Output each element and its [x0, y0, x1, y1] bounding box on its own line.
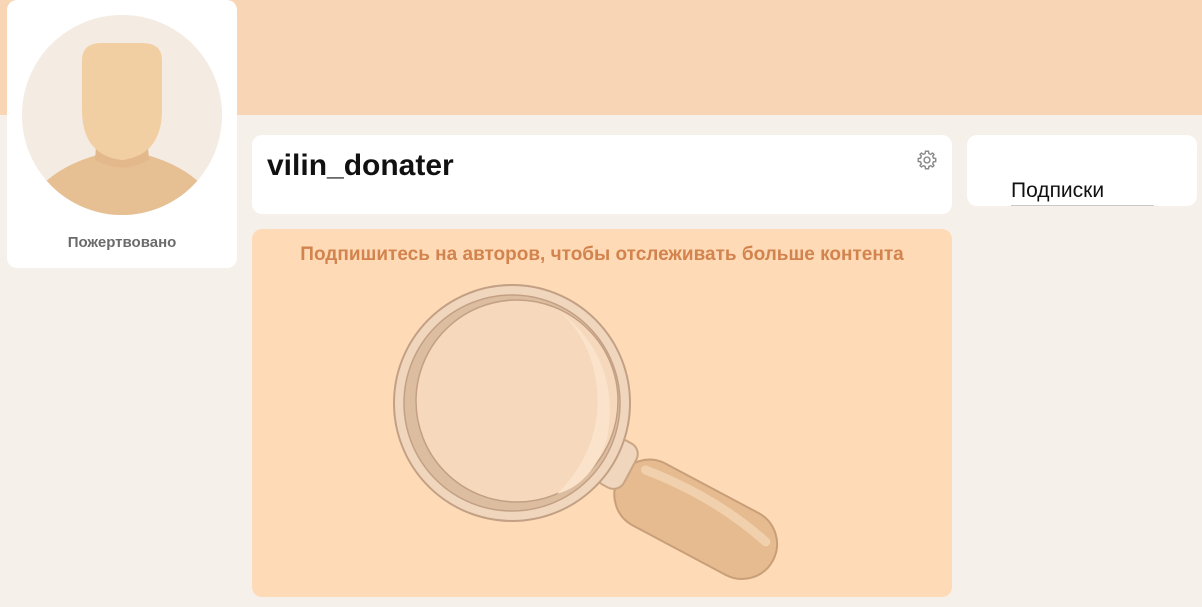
- user-header-card: vilin_donater: [252, 135, 952, 214]
- empty-feed-panel: Подпишитесь на авторов, чтобы отслеживат…: [252, 229, 952, 597]
- avatar-placeholder-icon: [22, 15, 222, 215]
- tab-subscriptions[interactable]: Подписки: [1011, 179, 1154, 206]
- gear-icon: [917, 150, 937, 170]
- settings-button[interactable]: [916, 149, 938, 171]
- profile-card: Пожертвовано: [7, 0, 237, 268]
- donated-label: Пожертвовано: [67, 234, 177, 251]
- magnifier-illustration-icon: [393, 284, 779, 580]
- empty-feed-message: Подпишитесь на авторов, чтобы отслеживат…: [300, 244, 904, 265]
- avatar: [22, 15, 222, 215]
- username: vilin_donater: [267, 149, 454, 182]
- subscriptions-card: Подписки: [967, 135, 1197, 206]
